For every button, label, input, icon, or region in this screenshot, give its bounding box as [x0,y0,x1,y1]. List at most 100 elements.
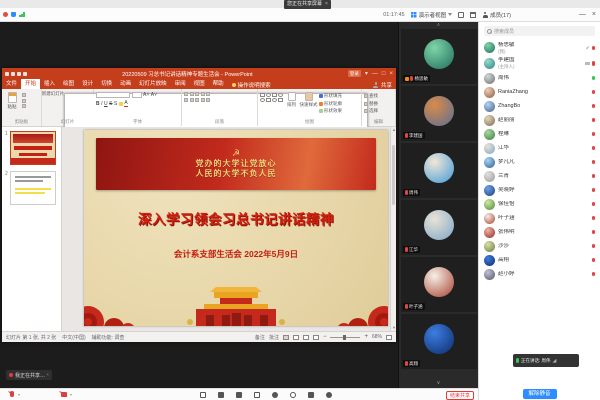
zoom-slider[interactable] [330,337,360,338]
ribbon-display-options-icon[interactable]: ▾ [365,71,368,77]
align-left-icon[interactable] [184,98,188,102]
member-row[interactable]: 张伟明 [479,225,600,239]
copy-icon[interactable] [22,99,26,103]
language-label[interactable]: 中文(中国) [62,334,85,341]
mic-status-icon[interactable] [592,202,595,207]
indent-decrease-icon[interactable] [195,92,199,96]
undo-icon[interactable] [11,72,15,76]
shape-effects-button[interactable]: 形状效果 [319,108,342,114]
fullscreen-icon[interactable] [458,12,464,18]
chat-icon[interactable] [254,392,260,398]
ribbon-tab[interactable]: 插入 [40,79,59,89]
sharing-banner-close-icon[interactable]: × [325,0,328,9]
ribbon-tab[interactable]: 审阅 [171,79,190,89]
mic-status-icon[interactable] [592,230,595,235]
vertical-scrollbar[interactable]: ▲ ▼ [390,127,396,331]
format-painter-icon[interactable] [22,104,26,108]
fit-slide-icon[interactable] [386,335,392,340]
tell-me-search[interactable]: 操作说明搜索 [232,81,271,89]
normal-view-icon[interactable] [283,335,289,340]
slide-editor-area[interactable]: ☭ 党办的大学让党放心 人民的大学不负人民 深入学习领会习总书记讲话精神 会计系… [62,127,396,331]
toolbar-close-button[interactable]: × [592,11,596,18]
video-tile[interactable]: 高翔 [401,314,477,369]
slide-thumbnail-1[interactable]: 1 [5,131,58,165]
mic-status-icon[interactable] [592,104,595,109]
mic-status-icon[interactable] [592,174,595,179]
member-row[interactable]: 高翔 [479,253,600,267]
ribbon-tab[interactable]: 文件 [2,79,21,89]
ribbon-tab[interactable]: 设计 [78,79,97,89]
find-button[interactable]: 查找 [364,93,378,99]
zoom-out-button[interactable]: − [323,334,327,340]
mic-status-icon[interactable] [592,216,595,221]
slideshow-view-icon[interactable] [313,335,319,340]
sharing-status-pill[interactable]: 我正在共享… ‹ [6,370,52,380]
member-row[interactable]: 李建国 (主持人) [479,56,600,72]
video-tile[interactable]: 李建国 [401,86,477,141]
strip-scroll-down-icon[interactable]: ∨ [399,380,478,386]
mic-status-icon[interactable] [592,188,595,193]
ppt-minimize-button[interactable]: — [372,71,378,77]
font-color-button[interactable]: A [124,100,127,107]
strikethrough-button[interactable]: S [109,101,112,107]
quick-styles-button[interactable]: 快速样式 [300,91,317,117]
member-row[interactable]: 兰青 [479,169,600,183]
member-row[interactable]: 赵丽丽 [479,113,600,127]
share-button[interactable]: 共享 [381,81,392,89]
shape-fill-button[interactable]: 形状填充 [319,93,342,99]
cut-icon[interactable] [22,93,26,97]
ribbon-tab[interactable]: 视图 [190,79,209,89]
slide-sorter-icon[interactable] [293,335,299,340]
slide-thumbnail-2[interactable]: 2 [5,171,58,205]
unmute-button[interactable]: 解除静音 [522,389,556,399]
bullets-icon[interactable] [184,92,188,96]
mic-status-icon[interactable] [592,258,595,263]
replace-button[interactable]: 替换 [364,101,378,107]
ppt-maximize-button[interactable]: □ [382,71,386,77]
new-window-icon[interactable] [470,12,476,18]
scroll-up-icon[interactable]: ▲ [392,128,396,132]
ribbon-tab[interactable]: 幻灯片放映 [135,79,171,89]
bold-button[interactable]: B [96,101,100,107]
ribbon-tab[interactable]: 动画 [116,79,135,89]
member-row[interactable]: 赵小婷 [479,267,600,281]
mic-status-icon[interactable] [592,90,595,95]
whiteboard-icon[interactable] [290,392,296,398]
select-button[interactable]: 选择 [364,108,378,114]
ribbon-tab[interactable]: 帮助 [209,79,228,89]
presenter-view-selector[interactable]: 演示者视图 [411,11,453,19]
video-tile[interactable]: 周伟 [401,143,477,198]
ppt-titlebar[interactable]: 20220509 习总书记讲话精神专题生活会 - PowerPoint 登录 ▾… [2,68,396,79]
shapes-gallery[interactable] [260,91,283,117]
member-search-input[interactable]: 搜索成员 [484,26,595,36]
toolbar-minimize-button[interactable]: — [579,11,586,18]
save-icon[interactable] [5,72,9,76]
video-tile[interactable]: 杨思敏 [401,29,477,84]
mic-status-icon[interactable] [592,132,595,137]
member-row[interactable]: 叶子涵 [479,211,600,225]
mic-options-icon[interactable] [18,394,20,396]
signin-button[interactable]: 登录 [348,70,361,77]
quick-access-toolbar[interactable] [5,72,27,76]
columns-icon[interactable] [206,98,210,102]
ppt-close-button[interactable]: × [389,71,393,77]
arrange-button[interactable]: 排列 [285,91,298,117]
redo-icon[interactable] [17,72,21,76]
mic-status-icon[interactable] [592,76,595,81]
member-row[interactable]: 梦凡凡 [479,155,600,169]
ribbon-tab[interactable]: 切换 [97,79,116,89]
member-row[interactable]: ZhangBo [479,99,600,113]
mic-status-icon[interactable] [592,244,595,249]
ribbon-tab[interactable]: 绘图 [59,79,78,89]
zoom-percentage[interactable]: 68% [372,334,382,340]
shrink-font-icon[interactable]: A˅ [151,92,157,98]
record-icon[interactable] [272,392,278,398]
video-options-icon[interactable] [70,394,72,396]
member-row[interactable]: 程琳 [479,127,600,141]
align-right-icon[interactable] [195,98,199,102]
ribbon-tab[interactable]: 开始 [21,79,40,89]
comments-button[interactable]: 批注 [269,334,279,341]
mic-status-icon[interactable] [592,118,595,123]
member-row[interactable]: 吴晓婷 [479,183,600,197]
zoom-in-button[interactable]: + [364,334,368,340]
